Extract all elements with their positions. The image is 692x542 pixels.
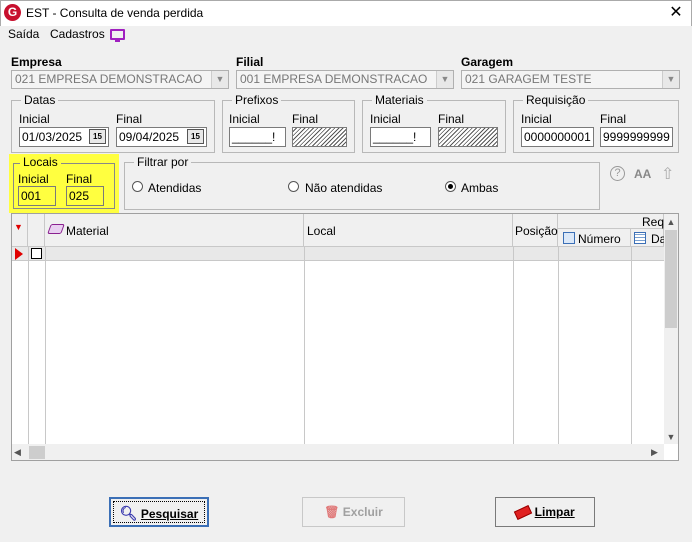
grid-divider <box>513 247 514 444</box>
horizontal-scroll-thumb[interactable] <box>29 446 45 459</box>
arrow-up-icon[interactable]: ⇧ <box>661 164 674 184</box>
grid-divider <box>558 247 559 444</box>
local-final-value: 025 <box>69 189 90 203</box>
col-posicao[interactable]: Posição <box>515 224 558 238</box>
font-size-icon[interactable]: AA <box>634 167 651 181</box>
requisicao-final-value: 9999999999 <box>603 130 670 144</box>
material-final-input[interactable] <box>438 127 498 147</box>
grid-divider <box>28 247 29 444</box>
empresa-select[interactable]: 021 EMPRESA DEMONSTRACAO <box>11 70 229 89</box>
prefixos-final-label: Final <box>292 112 319 126</box>
radio-ambas[interactable] <box>445 181 456 192</box>
grid-divider <box>45 247 46 444</box>
radio-atendidas[interactable] <box>132 181 143 192</box>
menu-cadastros[interactable]: Cadastros <box>50 27 105 41</box>
grid-check-header <box>28 214 45 247</box>
pesquisar-button[interactable]: 🔍︎ Pesquisar <box>109 497 209 527</box>
empresa-label: Empresa <box>11 55 62 69</box>
menu-saida[interactable]: Saída <box>8 27 39 41</box>
garagem-select[interactable]: 021 GARAGEM TESTE <box>461 70 680 89</box>
materiais-final-label: Final <box>438 112 465 126</box>
scroll-up-icon[interactable]: ▲ <box>664 217 678 227</box>
radio-ambas-label[interactable]: Ambas <box>461 181 498 195</box>
materiais-inicial-label: Inicial <box>370 112 401 126</box>
edit-icon <box>563 232 575 244</box>
eraser-icon <box>514 505 533 521</box>
calendar-icon[interactable]: 15 <box>89 129 106 144</box>
data-inicial-value: 01/03/2025 <box>22 130 83 144</box>
filial-label: Filial <box>236 55 264 69</box>
pesquisar-label: Pesquisar <box>140 507 199 521</box>
local-inicial-input[interactable]: 001 <box>18 186 56 206</box>
radio-nao-atendidas[interactable] <box>288 181 299 192</box>
scroll-right-icon[interactable]: ▶ <box>651 447 658 458</box>
limpar-label: Limpar <box>534 505 575 519</box>
prefixos-inicial-label: Inicial <box>229 112 260 126</box>
grid-divider <box>631 247 632 444</box>
excluir-button[interactable]: 🗑︎ Excluir <box>302 497 405 527</box>
app-logo-icon: G <box>4 4 21 21</box>
prefixo-final-input[interactable] <box>292 127 347 147</box>
materiais-title: Materiais <box>372 93 427 107</box>
calendar-icon[interactable]: 15 <box>187 129 204 144</box>
locais-title: Locais <box>20 155 61 169</box>
data-final-value: 09/04/2025 <box>119 130 180 144</box>
datas-title: Datas <box>21 93 59 107</box>
menu-triangle-icon[interactable]: ▼ <box>14 222 23 232</box>
chevron-down-icon[interactable]: ▼ <box>211 71 228 88</box>
local-final-input[interactable]: 025 <box>66 186 104 206</box>
scroll-down-icon[interactable]: ▼ <box>664 432 678 442</box>
scroll-left-icon[interactable]: ◀ <box>14 447 21 458</box>
requisicao-final-input[interactable]: 9999999999 <box>600 127 673 147</box>
vertical-scroll-thumb[interactable] <box>665 230 677 328</box>
filial-select[interactable]: 001 EMPRESA DEMONSTRACAO <box>236 70 454 89</box>
trash-icon: 🗑︎ <box>324 505 340 519</box>
locais-inicial-label: Inicial <box>18 172 49 186</box>
col-local[interactable]: Local <box>307 224 336 238</box>
row-indicator-icon <box>15 248 23 260</box>
requisicao-inicial-input[interactable]: 0000000001 <box>521 127 594 147</box>
requisicao-final-label: Final <box>600 112 627 126</box>
table-row[interactable] <box>12 247 664 261</box>
datas-final-label: Final <box>116 112 143 126</box>
monitor-icon[interactable] <box>110 29 125 42</box>
row-checkbox[interactable] <box>31 248 42 259</box>
window-title: EST - Consulta de venda perdida <box>26 6 204 20</box>
radio-nao-atendidas-label[interactable]: Não atendidas <box>305 181 382 195</box>
material-inicial-input[interactable]: ______! <box>370 127 431 147</box>
horizontal-scrollbar[interactable] <box>12 444 664 460</box>
prefixo-inicial-value: ______! <box>232 130 276 144</box>
grid-divider <box>304 247 305 444</box>
empresa-value: 021 EMPRESA DEMONSTRACAO <box>15 72 203 86</box>
filtro-title: Filtrar por <box>134 155 192 169</box>
excluir-label: Excluir <box>342 505 383 519</box>
radio-atendidas-label[interactable]: Atendidas <box>148 181 201 195</box>
col-material[interactable]: Material <box>66 224 109 238</box>
prefixo-inicial-input[interactable]: ______! <box>229 127 286 147</box>
requisicao-inicial-value: 0000000001 <box>524 130 591 144</box>
datas-inicial-label: Inicial <box>19 112 50 126</box>
locais-final-label: Final <box>66 172 93 186</box>
chevron-down-icon[interactable]: ▼ <box>662 71 679 88</box>
local-inicial-value: 001 <box>21 189 42 203</box>
limpar-button[interactable]: Limpar <box>495 497 595 527</box>
help-icon[interactable]: ? <box>610 166 625 181</box>
garagem-value: 021 GARAGEM TESTE <box>465 72 592 86</box>
chevron-down-icon[interactable]: ▼ <box>436 71 453 88</box>
calendar-icon <box>634 232 646 244</box>
requisicao-inicial-label: Inicial <box>521 112 552 126</box>
close-icon[interactable]: ✕ <box>666 3 686 23</box>
material-inicial-value: ______! <box>373 130 417 144</box>
requisicao-title: Requisição <box>523 93 589 107</box>
col-numero[interactable]: Número <box>578 232 621 246</box>
prefixos-title: Prefixos <box>232 93 282 107</box>
garagem-label: Garagem <box>461 55 514 69</box>
filial-value: 001 EMPRESA DEMONSTRACAO <box>240 72 428 86</box>
search-icon: 🔍︎ <box>119 505 138 521</box>
